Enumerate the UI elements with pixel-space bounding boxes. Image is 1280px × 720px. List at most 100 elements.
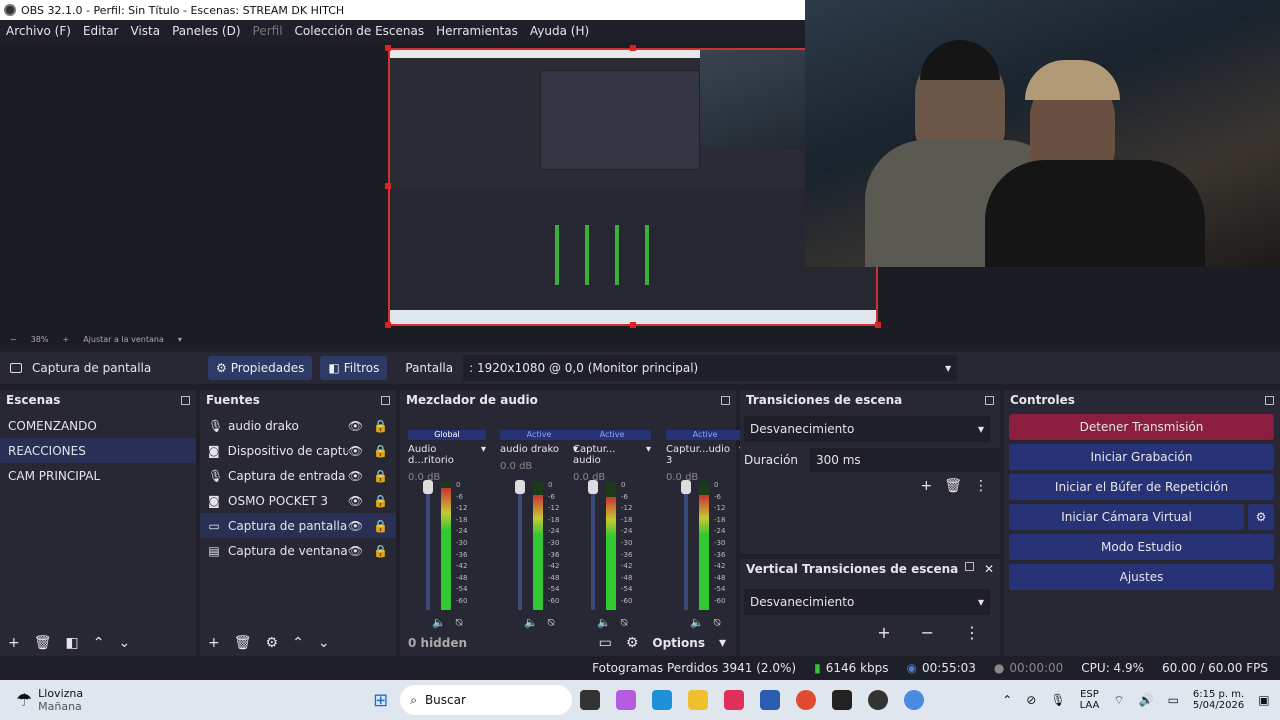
add-icon[interactable]: +	[877, 623, 890, 642]
start-virtual-camera-button[interactable]: Iniciar Cámara Virtual	[1009, 504, 1244, 530]
resize-handle[interactable]	[385, 183, 391, 189]
trash-icon[interactable]: 🗑	[34, 635, 52, 651]
visibility-eye-icon[interactable]: 👁	[348, 419, 363, 433]
visibility-eye-icon[interactable]: 👁	[348, 519, 363, 533]
studio-mode-button[interactable]: Modo Estudio	[1009, 534, 1274, 560]
chevron-up-icon[interactable]: ⌃	[1002, 693, 1012, 707]
start-recording-button[interactable]: Iniciar Grabación	[1009, 444, 1274, 470]
menu-ayuda[interactable]: Ayuda (H)	[530, 24, 589, 38]
source-item[interactable]: 🎙 Captura de entrada aud 👁🔒	[200, 463, 396, 488]
properties-button[interactable]: ⚙ Propiedades	[208, 356, 313, 380]
weather-widget[interactable]: Llovizna Mañana	[38, 687, 83, 713]
scene-item[interactable]: REACCIONES	[0, 438, 196, 463]
trash-icon[interactable]: 🗑	[944, 478, 962, 494]
undock-icon[interactable]	[985, 395, 994, 405]
minus-icon[interactable]: −	[921, 623, 934, 642]
zoom-fit-select[interactable]: Ajustar a la ventana	[83, 335, 164, 344]
chevron-down-icon[interactable]: ⌄	[118, 635, 130, 651]
lock-icon[interactable]: 🔒	[373, 494, 388, 508]
more-icon[interactable]: ⋮	[964, 623, 980, 642]
notion-icon[interactable]	[832, 690, 853, 710]
battery-icon[interactable]: ▭	[1168, 693, 1179, 707]
monitor-off-icon[interactable]: ⍉	[621, 616, 628, 630]
slider-handle[interactable]	[515, 480, 525, 494]
source-item[interactable]: ◙ OSMO POCKET 3 👁 🔒	[200, 488, 396, 513]
undock-icon[interactable]	[381, 395, 390, 405]
chevron-down-icon[interactable]: ▾	[719, 635, 726, 651]
obs-taskbar-icon[interactable]	[868, 690, 889, 710]
tiktok-icon[interactable]	[724, 690, 745, 710]
layout-icon[interactable]: ▭	[599, 635, 612, 651]
taskbar-search[interactable]: ⌕ Buscar	[400, 685, 573, 715]
resize-handle[interactable]	[630, 322, 636, 328]
visibility-eye-icon[interactable]: 👁	[348, 469, 363, 483]
undock-icon[interactable]	[964, 562, 974, 571]
volume-slider[interactable]	[684, 482, 688, 610]
chevron-down-icon[interactable]: ▾	[178, 335, 182, 344]
more-icon[interactable]: ⋮	[974, 478, 988, 494]
speaker-icon[interactable]: 🔈	[690, 616, 704, 630]
menu-archivo[interactable]: Archivo (F)	[6, 24, 71, 38]
copilot-icon[interactable]	[616, 690, 637, 710]
visibility-eye-icon[interactable]: 👁	[348, 544, 363, 558]
monitor-off-icon[interactable]: ⍉	[714, 616, 721, 630]
stop-streaming-button[interactable]: Detener Transmisión	[1009, 414, 1274, 440]
lock-icon[interactable]: 🔒	[373, 419, 388, 433]
options-button[interactable]: Options	[652, 636, 705, 650]
resize-handle[interactable]	[385, 45, 391, 51]
gear-icon[interactable]: ⚙	[1248, 504, 1274, 530]
task-view-icon[interactable]	[580, 690, 601, 710]
display-select[interactable]: : 1920x1080 @ 0,0 (Monitor principal) ▾	[463, 355, 958, 381]
resize-handle[interactable]	[630, 45, 636, 51]
gear-icon[interactable]: ⚙	[266, 635, 279, 651]
source-item[interactable]: ◙ Dispositivo de captura d 👁🔒	[200, 438, 396, 463]
trash-icon[interactable]: 🗑	[234, 635, 252, 651]
add-icon[interactable]: +	[208, 635, 220, 651]
scene-item[interactable]: CAM PRINCIPAL	[0, 463, 196, 488]
add-icon[interactable]: +	[8, 635, 20, 651]
filters-button[interactable]: ◧ Filtros	[320, 356, 388, 380]
slider-handle[interactable]	[423, 480, 433, 494]
chevron-down-icon[interactable]: ▾	[646, 444, 651, 466]
settings-button[interactable]: Ajustes	[1009, 564, 1274, 590]
visibility-eye-icon[interactable]: 👁	[348, 494, 363, 508]
volume-slider[interactable]	[518, 482, 522, 610]
zoom-in-button[interactable]: +	[62, 335, 69, 344]
lock-icon[interactable]: 🔒	[373, 544, 388, 558]
monitor-off-icon[interactable]: ⍉	[456, 616, 463, 630]
lock-icon[interactable]: 🔒	[373, 469, 388, 483]
lock-icon[interactable]: 🔒	[373, 444, 388, 458]
edge-icon[interactable]	[652, 690, 673, 710]
settings-icon[interactable]: ⚙	[626, 635, 639, 651]
source-item[interactable]: ▭ Captura de pantalla 👁 🔒	[200, 513, 396, 538]
chevron-up-icon[interactable]: ⌃	[93, 635, 105, 651]
zoom-out-button[interactable]: −	[10, 335, 17, 344]
lock-icon[interactable]: 🔒	[373, 519, 388, 533]
close-icon[interactable]: ✕	[984, 562, 994, 576]
menu-paneles[interactable]: Paneles (D)	[172, 24, 240, 38]
menu-perfil[interactable]: Perfil	[253, 24, 283, 38]
speaker-icon[interactable]: 🔈	[432, 616, 446, 630]
speaker-icon[interactable]: 🔈	[597, 616, 611, 630]
volume-icon[interactable]: 🔊	[1139, 693, 1154, 707]
filter-icon[interactable]: ◧	[66, 635, 79, 651]
resize-handle[interactable]	[875, 322, 881, 328]
resize-handle[interactable]	[385, 322, 391, 328]
duration-input[interactable]: 300 ms	[810, 448, 1000, 472]
chrome-icon[interactable]	[796, 690, 817, 710]
scene-item[interactable]: COMENZANDO	[0, 413, 196, 438]
menu-herramientas[interactable]: Herramientas	[436, 24, 518, 38]
transition-select[interactable]: Desvanecimiento ▾	[744, 416, 990, 442]
source-item[interactable]: 🎙 audio drako 👁 🔒	[200, 413, 396, 438]
microphone-icon[interactable]: 🎙	[1050, 693, 1065, 707]
undock-icon[interactable]	[721, 395, 730, 405]
wifi-icon[interactable]: ⌔	[1113, 693, 1124, 708]
notification-icon[interactable]: ▣	[1258, 693, 1269, 707]
slider-handle[interactable]	[681, 480, 691, 494]
slider-handle[interactable]	[588, 480, 598, 494]
speaker-icon[interactable]: 🔈	[524, 616, 538, 630]
location-icon[interactable]: ⊘	[1026, 693, 1036, 707]
source-item[interactable]: ▤ Captura de ventana 👁 🔒	[200, 538, 396, 563]
file-explorer-icon[interactable]	[688, 690, 709, 710]
vertical-transition-select[interactable]: Desvanecimiento ▾	[744, 589, 990, 615]
